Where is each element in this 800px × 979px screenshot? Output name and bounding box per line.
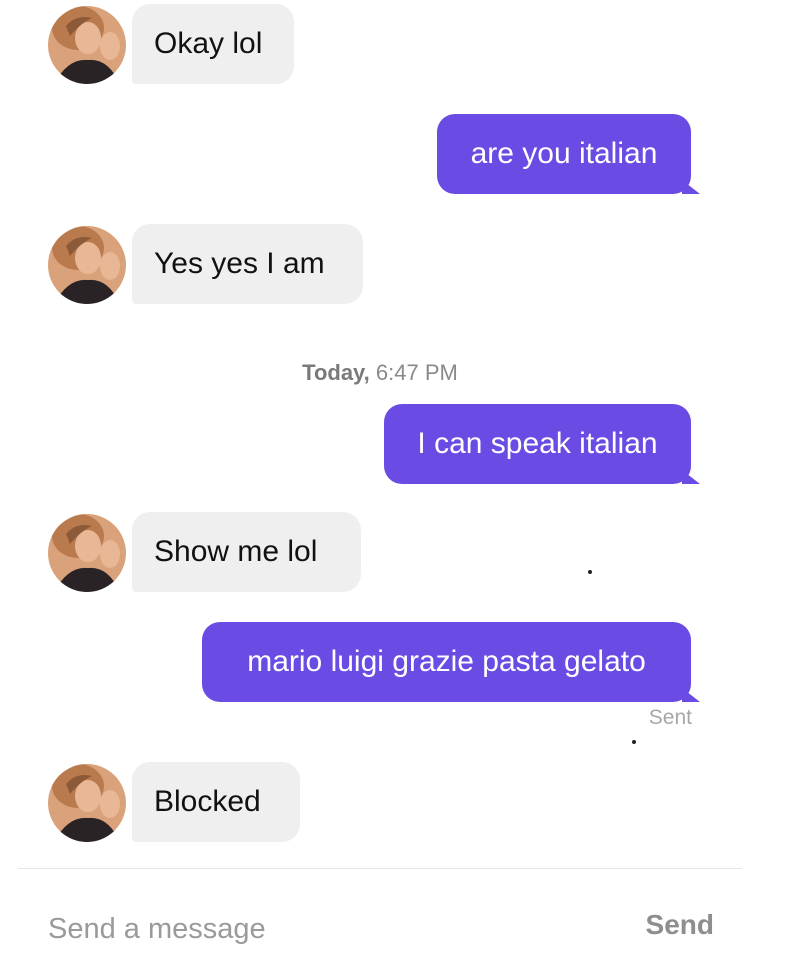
timestamp-time: 6:47 PM (375, 360, 458, 385)
message-input[interactable] (48, 907, 568, 951)
contact-avatar[interactable] (48, 226, 126, 304)
screen-speck (632, 740, 636, 744)
message-timestamp: Today, 6:47 PM (0, 360, 760, 386)
message-bubble-outgoing[interactable]: are you italian (437, 114, 700, 194)
message-thread: Okay lol are you italian Yes yes I am To… (0, 0, 800, 868)
delivery-status: Sent (648, 706, 692, 729)
contact-avatar[interactable] (48, 764, 126, 842)
message-bubble-outgoing[interactable]: I can speak italian (384, 404, 700, 484)
contact-avatar[interactable] (48, 514, 126, 592)
contact-avatar[interactable] (48, 6, 126, 84)
send-button[interactable]: Send (646, 909, 714, 941)
message-composer: Send (18, 868, 742, 979)
message-bubble-incoming[interactable]: Blocked (132, 762, 300, 842)
message-bubble-incoming[interactable]: Yes yes I am (132, 224, 363, 304)
message-bubble-outgoing[interactable]: mario luigi grazie pasta gelato (202, 622, 700, 702)
screen-speck (588, 570, 592, 574)
timestamp-day: Today, (302, 360, 370, 385)
message-bubble-incoming[interactable]: Okay lol (132, 4, 294, 84)
message-bubble-incoming[interactable]: Show me lol (132, 512, 361, 592)
